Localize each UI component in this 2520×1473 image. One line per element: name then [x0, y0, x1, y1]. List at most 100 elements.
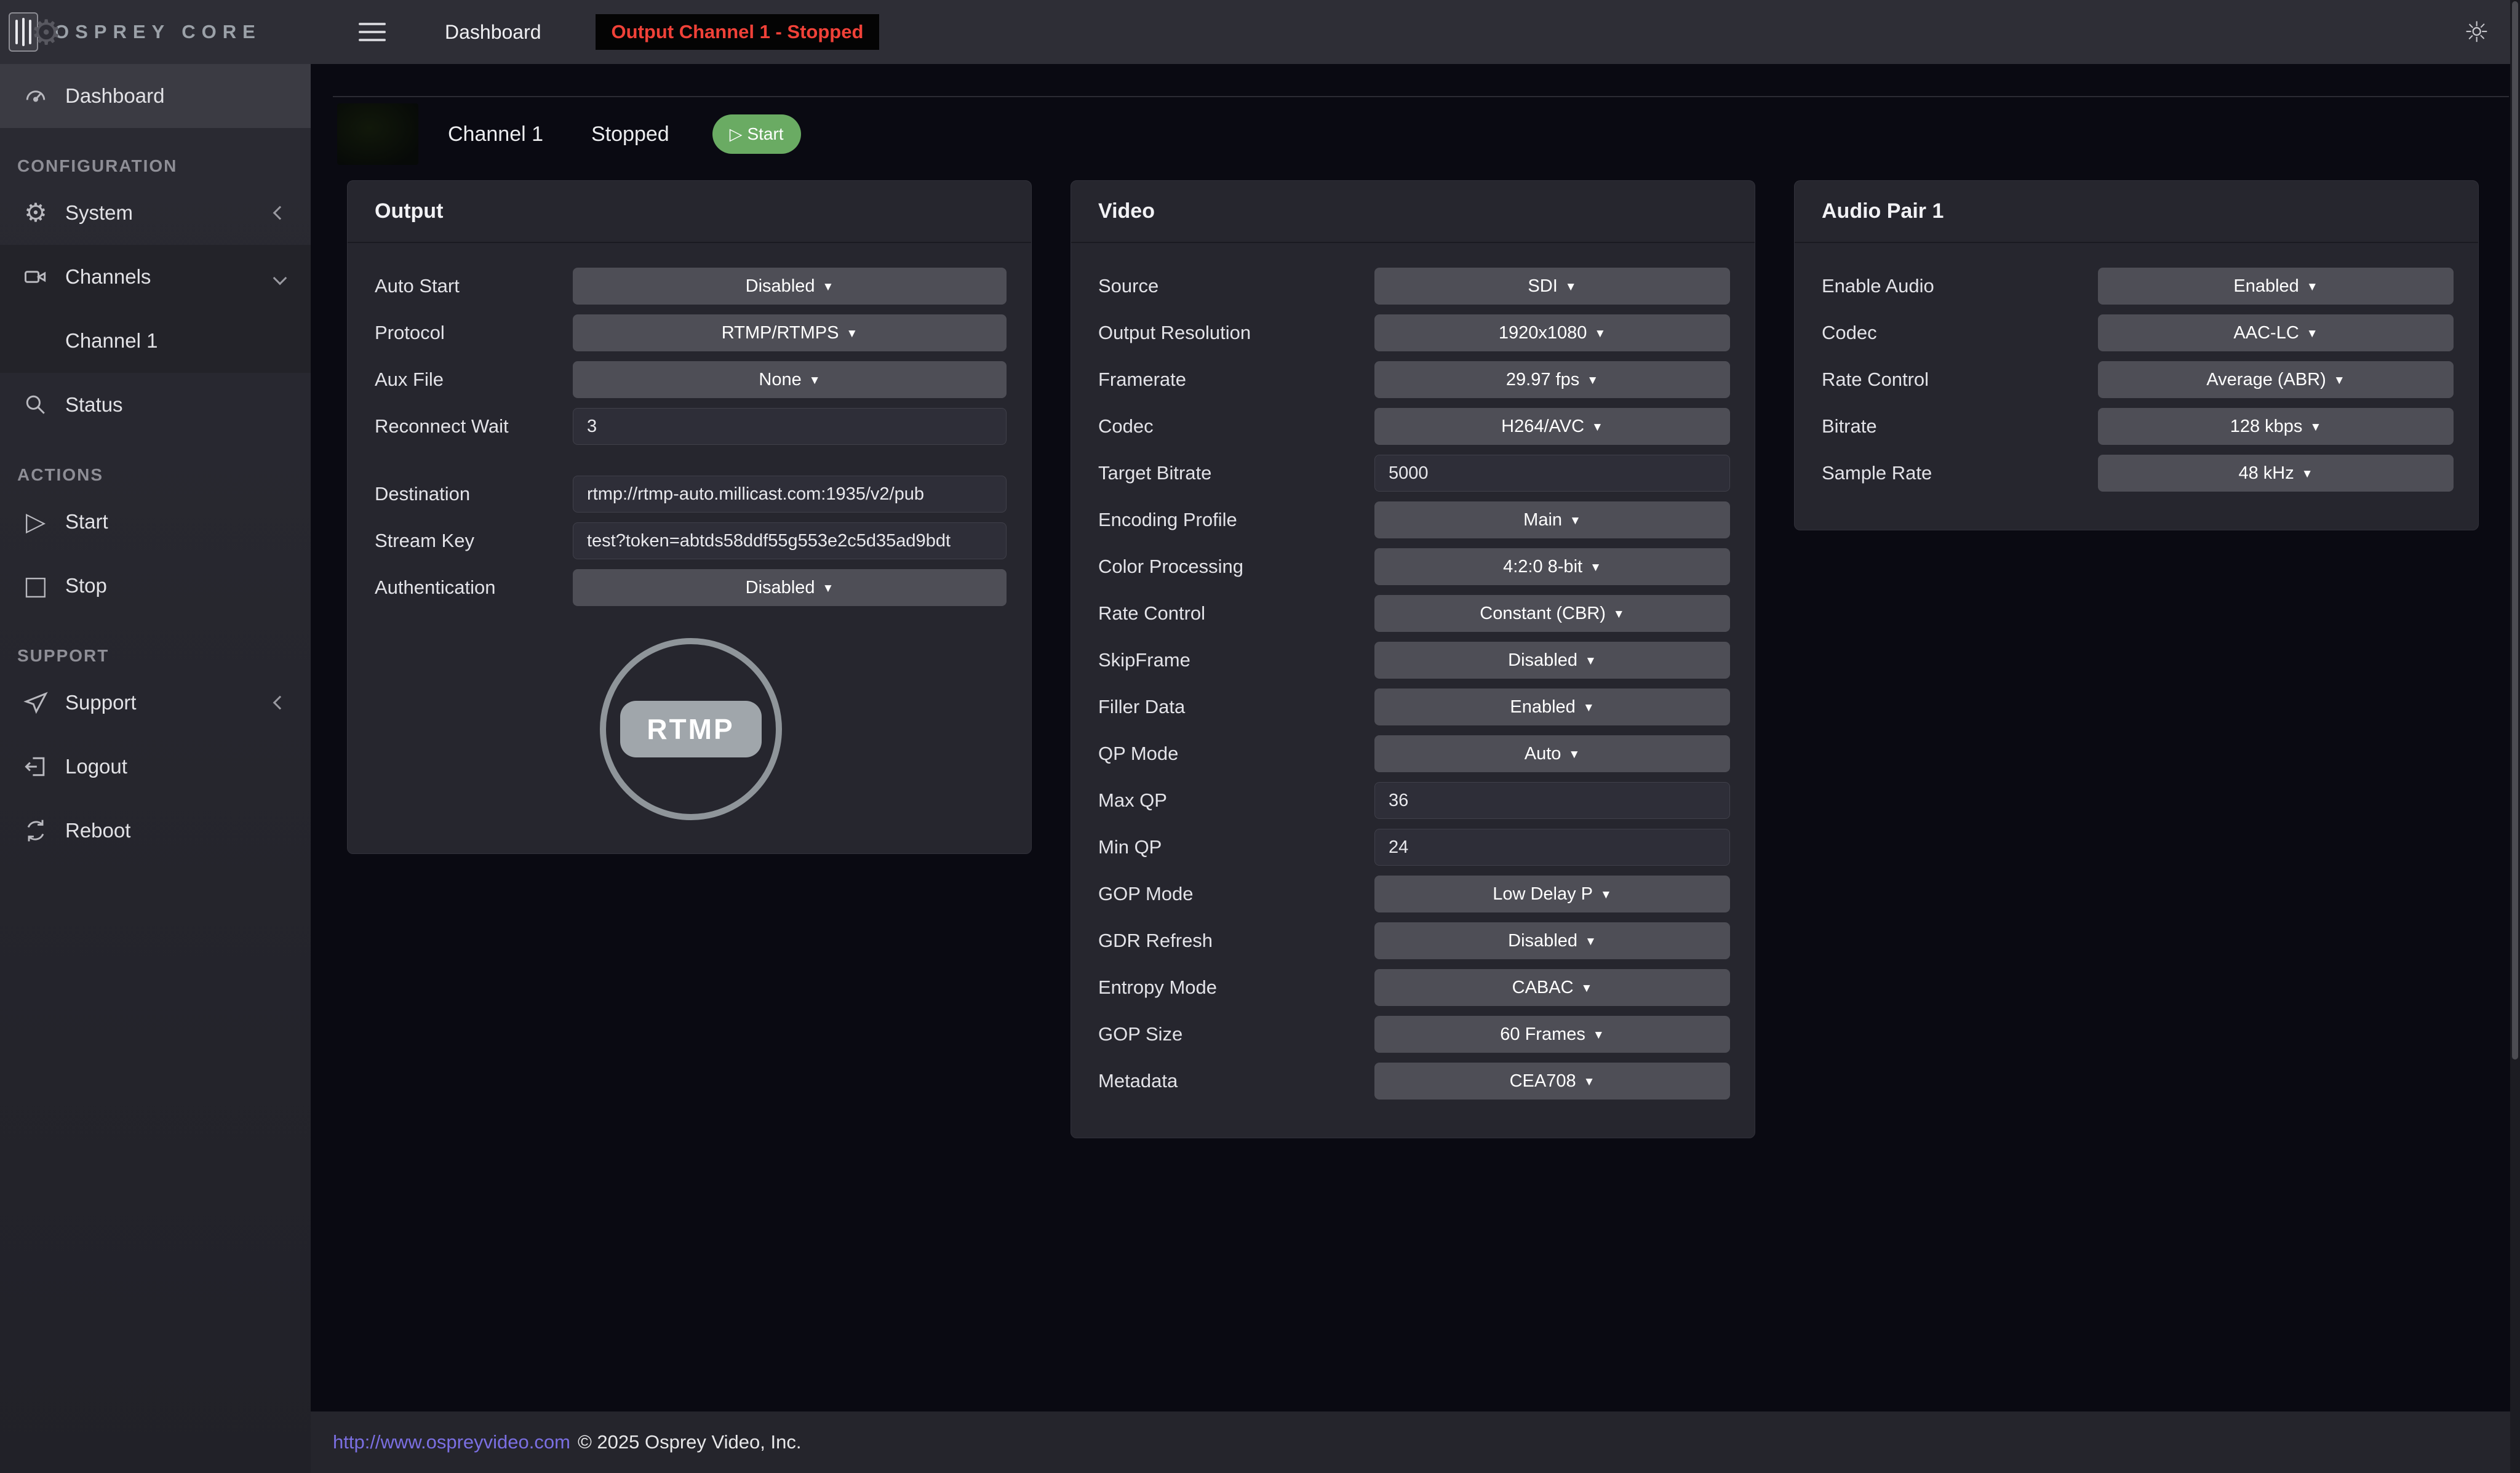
sidebar-item-label: Start — [65, 510, 108, 533]
sidebar-item-channels[interactable]: Channels — [0, 245, 311, 309]
gdr-refresh-value: Disabled — [1508, 931, 1577, 951]
rtmp-logo-wrap: RTMP — [375, 638, 1007, 825]
caret-down-icon: ▼ — [2310, 421, 2321, 434]
sample-rate-select[interactable]: 48 kHz▼ — [2098, 455, 2454, 492]
sidebar-item-support[interactable]: Support — [0, 671, 311, 735]
metadata-value: CEA708 — [1510, 1071, 1576, 1092]
field-rows: Auto Start Disabled▼ Protocol RTMP/RTMPS… — [375, 268, 1007, 606]
enable-audio-select[interactable]: Enabled▼ — [2098, 268, 2454, 305]
hamburger-menu-icon[interactable] — [359, 23, 386, 41]
sidebar-item-label: System — [65, 201, 133, 225]
field-row-sample-rate: Sample Rate 48 kHz▼ — [1822, 455, 2454, 492]
skipframe-select[interactable]: Disabled▼ — [1374, 642, 1730, 679]
field-label-enable-audio: Enable Audio — [1822, 275, 2098, 297]
sidebar-item-start[interactable]: ▷ Start — [0, 490, 311, 554]
scrollbar-track[interactable] — [2510, 0, 2520, 1473]
codec-select[interactable]: H264/AVC▼ — [1374, 408, 1730, 445]
max-qp-input[interactable] — [1374, 782, 1730, 819]
field-label-codec: Codec — [1098, 415, 1374, 437]
field-row-rate-control: Rate Control Constant (CBR)▼ — [1098, 595, 1730, 632]
field-label-rate-control: Rate Control — [1098, 602, 1374, 625]
framerate-select[interactable]: 29.97 fps▼ — [1374, 361, 1730, 398]
scrollbar-thumb[interactable] — [2512, 1, 2518, 1060]
codec-select[interactable]: AAC-LC▼ — [2098, 314, 2454, 351]
gauge-icon — [21, 82, 50, 110]
stream-key-input[interactable] — [573, 522, 1007, 559]
aux-file-select[interactable]: None▼ — [573, 361, 1007, 398]
authentication-select[interactable]: Disabled▼ — [573, 569, 1007, 606]
protocol-value: RTMP/RTMPS — [722, 323, 839, 343]
sidebar-item-label: Channel 1 — [65, 329, 158, 353]
caret-down-icon: ▼ — [1584, 1076, 1595, 1089]
sun-icon[interactable]: ☼ — [2464, 15, 2489, 49]
osprey-website-link[interactable]: http://www.ospreyvideo.com — [333, 1431, 570, 1453]
color-processing-select[interactable]: 4:2:0 8-bit▼ — [1374, 548, 1730, 585]
field-label-sample-rate: Sample Rate — [1822, 462, 2098, 484]
sidebar-item-dashboard[interactable]: Dashboard — [0, 64, 311, 128]
caret-down-icon: ▼ — [2302, 468, 2313, 481]
caret-down-icon: ▼ — [1592, 421, 1603, 434]
qp-mode-select[interactable]: Auto▼ — [1374, 735, 1730, 772]
field-label-gop-size: GOP Size — [1098, 1023, 1374, 1045]
logout-icon — [21, 753, 50, 780]
field-label-entropy-mode: Entropy Mode — [1098, 976, 1374, 999]
field-rows: Source SDI▼ Output Resolution 1920x1080▼… — [1098, 268, 1730, 1100]
field-row-protocol: Protocol RTMP/RTMPS ▼ — [375, 314, 1007, 351]
field-row-stream-key: Stream Key — [375, 522, 1007, 559]
caret-down-icon: ▼ — [1594, 327, 1606, 341]
rate-control-select[interactable]: Constant (CBR)▼ — [1374, 595, 1730, 632]
entropy-mode-select[interactable]: CABAC▼ — [1374, 969, 1730, 1006]
encoding-profile-select[interactable]: Main▼ — [1374, 501, 1730, 538]
sidebar-item-label: Status — [65, 393, 123, 417]
caret-down-icon: ▼ — [846, 327, 858, 341]
field-row-codec: Codec H264/AVC▼ — [1098, 408, 1730, 445]
caret-down-icon: ▼ — [2307, 327, 2318, 341]
reboot-icon — [21, 817, 50, 844]
caret-down-icon: ▼ — [1587, 374, 1598, 388]
caret-down-icon: ▼ — [809, 374, 821, 388]
field-row-reconnect-wait: Reconnect Wait — [375, 408, 1007, 445]
logo-gear-icon: ⚙ — [31, 16, 62, 50]
start-channel-button[interactable]: ▷ Start — [712, 114, 801, 154]
metadata-select[interactable]: CEA708 ▼ — [1374, 1063, 1730, 1100]
start-button-label: Start — [747, 124, 783, 144]
channel-preview-thumbnail[interactable] — [337, 103, 418, 165]
gop-mode-select[interactable]: Low Delay P▼ — [1374, 876, 1730, 912]
sidebar-item-channel-1[interactable]: Channel 1 — [0, 309, 311, 373]
gdr-refresh-select[interactable]: Disabled▼ — [1374, 922, 1730, 959]
field-row-auto-start: Auto Start Disabled▼ — [375, 268, 1007, 305]
output-resolution-select[interactable]: 1920x1080▼ — [1374, 314, 1730, 351]
filler-data-value: Enabled — [1510, 697, 1575, 717]
destination-input[interactable] — [573, 476, 1007, 513]
source-select[interactable]: SDI▼ — [1374, 268, 1730, 305]
sidebar-item-reboot[interactable]: Reboot — [0, 799, 311, 863]
field-label-auto-start: Auto Start — [375, 275, 573, 297]
field-label-protocol: Protocol — [375, 322, 573, 344]
gop-size-select[interactable]: 60 Frames▼ — [1374, 1016, 1730, 1053]
field-row-max-qp: Max QP — [1098, 782, 1730, 819]
min-qp-input[interactable] — [1374, 829, 1730, 866]
main: Dashboard Output Channel 1 - Stopped ☼ C… — [311, 0, 2520, 1473]
field-row-framerate: Framerate 29.97 fps▼ — [1098, 361, 1730, 398]
channel-status-text: Stopped — [591, 122, 669, 146]
caret-down-icon: ▼ — [1569, 514, 1581, 528]
video-camera-icon — [21, 263, 50, 290]
audio-pair-1-panel: Audio Pair 1 Enable Audio Enabled▼ Codec… — [1794, 180, 2479, 530]
brand: ⚙ OSPREY CORE — [0, 0, 311, 64]
field-row-rate-control: Rate Control Average (ABR)▼ — [1822, 361, 2454, 398]
reconnect-wait-input[interactable] — [573, 408, 1007, 445]
caret-down-icon: ▼ — [1583, 701, 1595, 715]
auto-start-select[interactable]: Disabled▼ — [573, 268, 1007, 305]
filler-data-select[interactable]: Enabled ▼ — [1374, 689, 1730, 725]
rate-control-select[interactable]: Average (ABR)▼ — [2098, 361, 2454, 398]
sidebar-item-logout[interactable]: Logout — [0, 735, 311, 799]
footer: http://www.ospreyvideo.com © 2025 Osprey… — [311, 1411, 2520, 1473]
target-bitrate-input[interactable] — [1374, 455, 1730, 492]
protocol-select[interactable]: RTMP/RTMPS ▼ — [573, 314, 1007, 351]
video-panel: Video Source SDI▼ Output Resolution 1920… — [1071, 180, 1755, 1138]
sidebar-item-status[interactable]: Status — [0, 373, 311, 437]
sidebar-item-system[interactable]: ⚙ System — [0, 181, 311, 245]
bitrate-select[interactable]: 128 kbps▼ — [2098, 408, 2454, 445]
sidebar-item-stop[interactable]: □ Stop — [0, 554, 311, 618]
panel-body: Auto Start Disabled▼ Protocol RTMP/RTMPS… — [348, 243, 1031, 853]
